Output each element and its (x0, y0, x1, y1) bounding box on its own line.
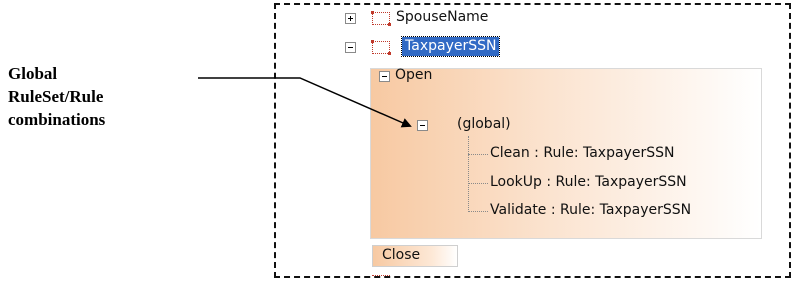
callout-arrow (198, 77, 412, 128)
